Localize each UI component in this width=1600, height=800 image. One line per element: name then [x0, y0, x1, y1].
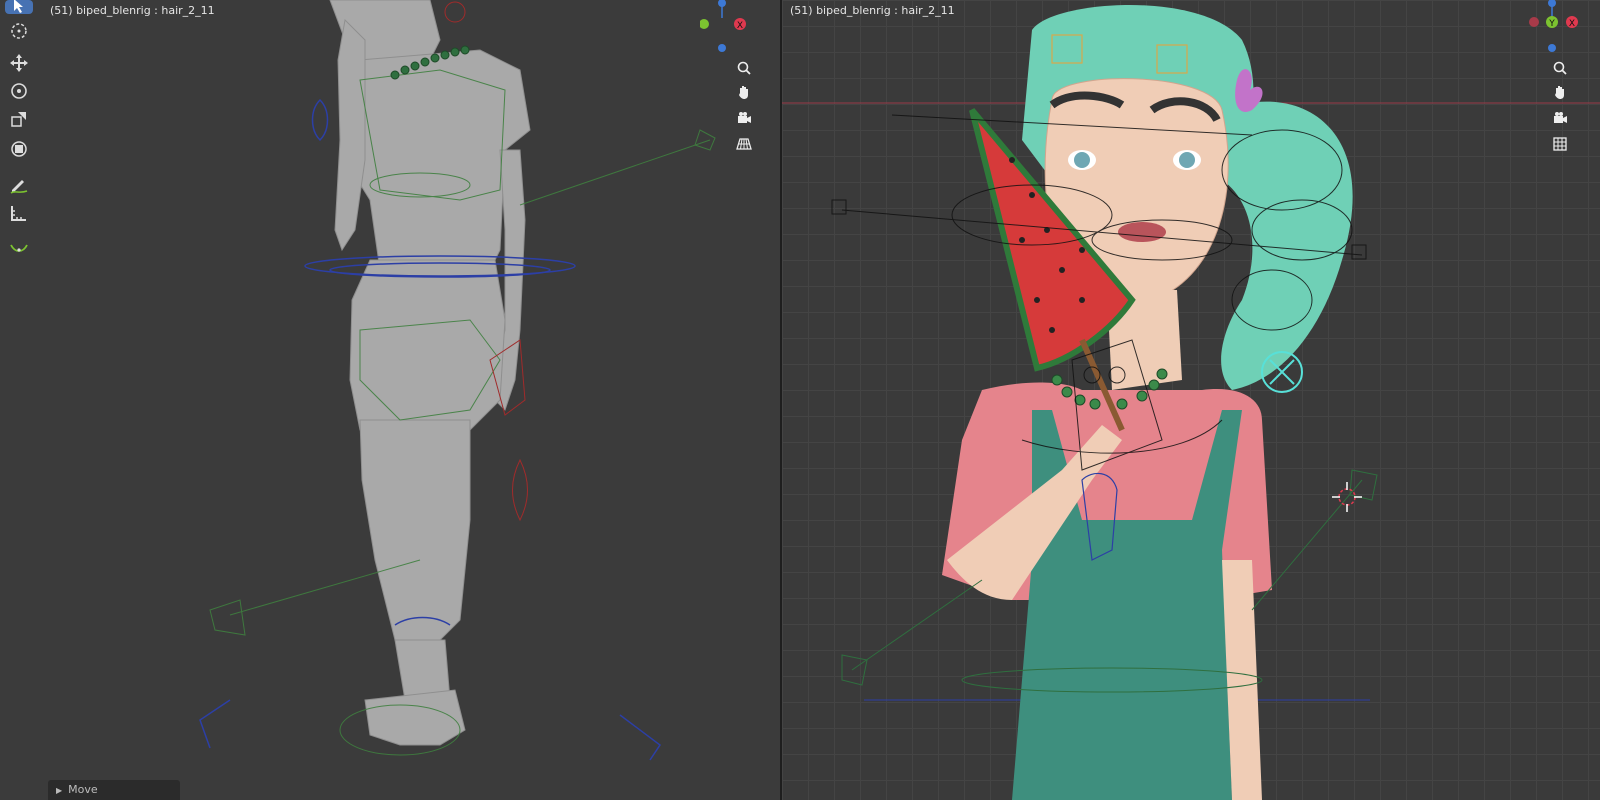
rendered-character-scene — [782, 5, 1600, 800]
object-label: (51) biped_blenrig : hair_2_11 — [790, 4, 955, 17]
gizmo-y-label: Y — [1548, 19, 1555, 29]
camera-icon[interactable] — [1548, 106, 1572, 130]
annotate-icon[interactable] — [5, 172, 33, 198]
camera-icon[interactable] — [732, 106, 756, 130]
select-box-icon[interactable] — [5, 0, 33, 14]
scale-icon[interactable] — [5, 106, 33, 132]
last-operator-label: Move — [68, 783, 98, 796]
last-operator-panel[interactable]: ▶ Move — [48, 780, 180, 800]
pose-relax-icon[interactable] — [5, 234, 33, 260]
zoom-icon[interactable] — [1548, 56, 1572, 80]
solid-shaded-character-scene — [199, 0, 716, 761]
character-hips — [349, 259, 506, 431]
navigation-gizmo[interactable]: Y X — [1524, 0, 1578, 60]
navigation-gizmo[interactable]: X — [699, 0, 750, 60]
rotate-icon[interactable] — [5, 78, 33, 104]
move-icon[interactable] — [5, 50, 33, 76]
transform-icon[interactable] — [5, 136, 33, 162]
expand-arrow-icon[interactable]: ▶ — [56, 781, 62, 800]
character-feet — [364, 689, 466, 746]
measure-icon[interactable] — [5, 200, 33, 226]
gizmo-x-label: X — [1569, 19, 1575, 29]
hand-pan-icon[interactable] — [732, 80, 756, 104]
viewport-right[interactable]: (51) biped_blenrig : hair_2_11 Y X — [782, 0, 1600, 800]
cursor-icon[interactable] — [5, 18, 33, 44]
character-ponytail — [1221, 101, 1353, 390]
grid-ortho-icon[interactable] — [1548, 132, 1572, 156]
character-legs — [359, 419, 471, 661]
object-label: (51) biped_blenrig : hair_2_11 — [50, 4, 215, 17]
viewport-left[interactable]: (51) biped_blenrig : hair_2_11 X ▶ Move — [0, 0, 780, 800]
hand-pan-icon[interactable] — [1548, 80, 1572, 104]
character-left-arm — [334, 18, 366, 252]
zoom-icon[interactable] — [732, 56, 756, 80]
gizmo-x-label: X — [737, 21, 743, 31]
grid-perspective-icon[interactable] — [732, 132, 756, 156]
